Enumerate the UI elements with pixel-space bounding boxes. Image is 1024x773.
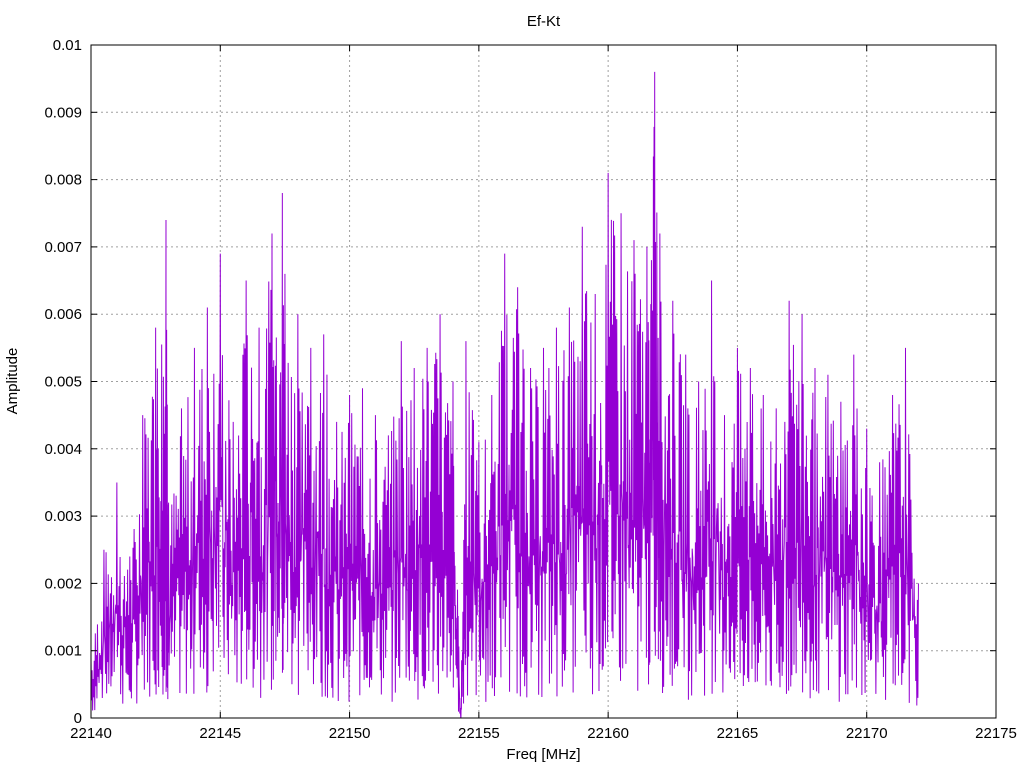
- x-axis-label: Freq [MHz]: [506, 746, 580, 763]
- y-tick-label: 0: [74, 710, 82, 727]
- y-tick-label: 0.008: [44, 172, 82, 189]
- x-tick-label: 22160: [587, 725, 629, 742]
- x-tick-label: 22170: [846, 725, 888, 742]
- x-tick-label: 22165: [717, 725, 759, 742]
- y-tick-label: 0.004: [44, 441, 82, 458]
- x-tick-label: 22145: [199, 725, 241, 742]
- series-line: [90, 71, 919, 719]
- x-tick-label: 22155: [458, 725, 500, 742]
- series-layer: [90, 71, 919, 719]
- y-tick-label: 0.002: [44, 575, 82, 592]
- chart-container: 22140 22145 22150 22155 22160 22165 22170 22175…: [0, 0, 1024, 768]
- x-tick-label: 22150: [329, 725, 371, 742]
- y-tick-label: 0.001: [44, 643, 82, 660]
- y-axis-label: Amplitude: [4, 348, 21, 415]
- x-tick-label: 22140: [70, 725, 112, 742]
- y-tick-label: 0.01: [53, 37, 82, 54]
- y-tick-label: 0.005: [44, 374, 82, 391]
- x-tick-label: 22175: [975, 725, 1017, 742]
- y-tick-label: 0.006: [44, 306, 82, 323]
- y-tick-label: 0.009: [44, 104, 82, 121]
- frequency-amplitude-chart: 22140 22145 22150 22155 22160 22165 22170 22175…: [4, 13, 1017, 763]
- y-tick-label: 0.007: [44, 239, 82, 256]
- y-tick-label: 0.003: [44, 508, 82, 525]
- chart-title: Ef-Kt: [527, 13, 561, 30]
